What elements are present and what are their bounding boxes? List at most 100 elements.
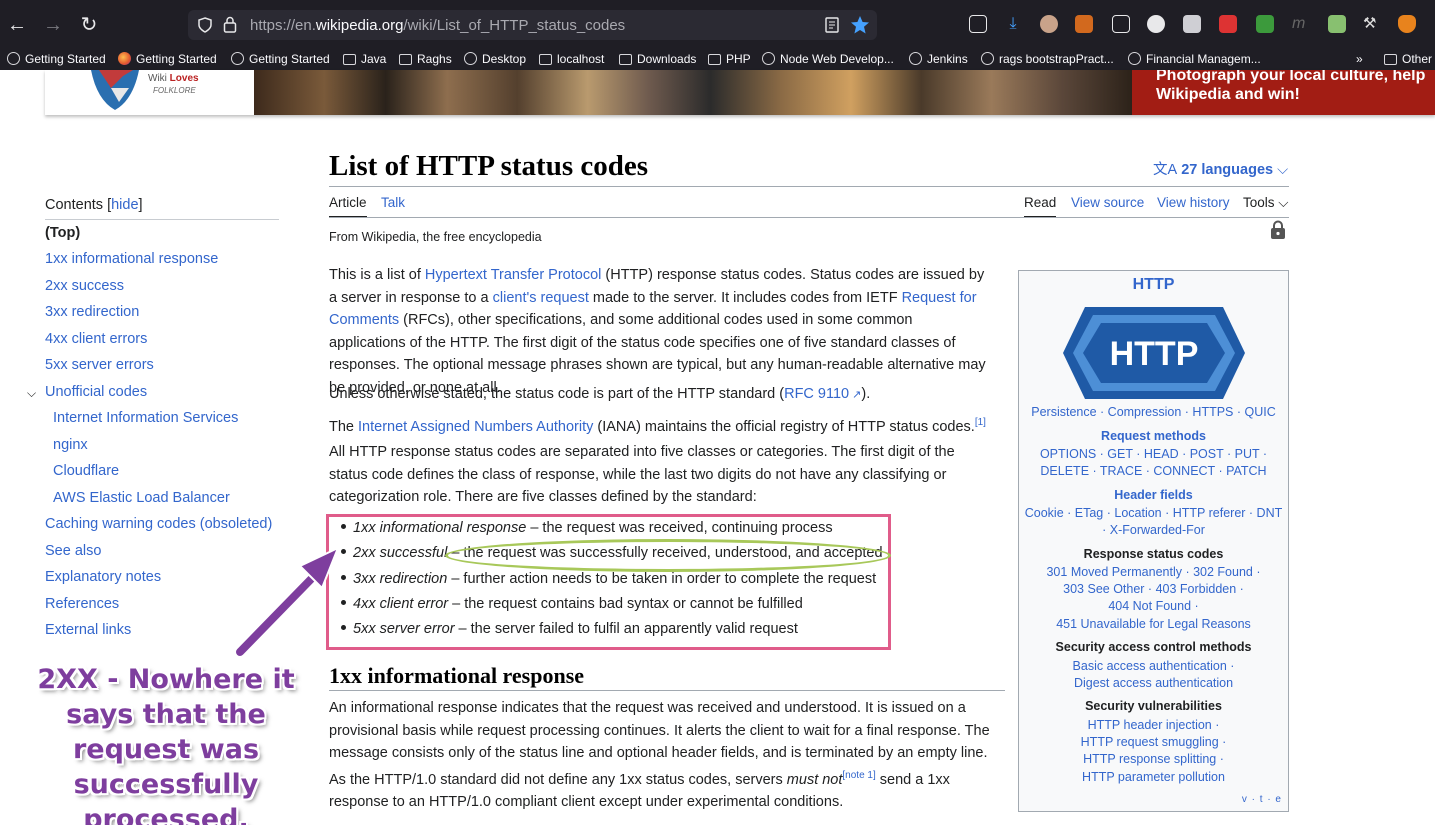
extension-tools-icon[interactable]: ⚒ (1363, 15, 1381, 33)
toc-item-see-also[interactable]: See also (45, 543, 101, 559)
bookmark-item[interactable]: Node Web Develop... (762, 52, 894, 66)
bookmark-item[interactable]: rags bootstrapPract... (981, 52, 1114, 66)
tab-view-source[interactable]: View source (1071, 195, 1144, 210)
extension-green-icon[interactable] (1256, 15, 1274, 33)
tools-menu[interactable]: Tools ⌵ (1243, 195, 1289, 211)
toc-item-references[interactable]: References (45, 596, 119, 612)
reference-1[interactable]: [1] (975, 417, 986, 428)
reader-view-icon[interactable] (825, 17, 839, 33)
address-bar[interactable]: https://en.wikipedia.org/wiki/List_of_HT… (188, 10, 877, 40)
toc-item-nginx[interactable]: nginx (53, 437, 88, 453)
toc-item-3xx[interactable]: 3xx redirection (45, 304, 139, 320)
infobox-status-codes[interactable]: 404 Not Found · (1019, 599, 1288, 613)
back-icon[interactable]: ← (5, 13, 29, 37)
tab-article[interactable]: Article (329, 195, 367, 218)
bookmark-item[interactable]: Desktop (464, 52, 526, 66)
infobox-request-methods-heading[interactable]: Request methods (1019, 429, 1288, 443)
bullet (341, 549, 346, 554)
profile-avatar-icon[interactable] (1040, 15, 1058, 33)
link-iana[interactable]: Internet Assigned Numbers Authority (358, 419, 593, 435)
bookmark-item[interactable]: Getting Started (118, 52, 217, 66)
protection-lock-icon[interactable] (1270, 220, 1286, 240)
campaign-banner[interactable]: Wiki Loves FOLKLORE Photograph your loca… (45, 70, 1435, 115)
infobox-security[interactable]: Digest access authentication (1019, 676, 1288, 690)
tab-view-history[interactable]: View history (1157, 195, 1230, 210)
bookmark-item[interactable]: Financial Managem... (1128, 52, 1261, 66)
tab-talk[interactable]: Talk (381, 195, 405, 210)
infobox-request-methods[interactable]: OPTIONS · GET · HEAD · POST · PUT · (1019, 447, 1288, 461)
toc-item-1xx[interactable]: 1xx informational response (45, 251, 218, 267)
toc-item-iis[interactable]: Internet Information Services (53, 410, 238, 426)
extension-m-icon[interactable]: m (1292, 15, 1310, 33)
infobox-security[interactable]: Basic access authentication · (1019, 659, 1288, 673)
toc-item-2xx[interactable]: 2xx success (45, 278, 124, 294)
bookmark-item[interactable]: Other (1384, 52, 1432, 66)
chevron-down-icon: ⌵ (1278, 195, 1289, 210)
banner-call-to-action[interactable]: Photograph your local culture, help Wiki… (1132, 70, 1435, 115)
bookmark-item[interactable]: Getting Started (231, 52, 330, 66)
infobox-request-methods[interactable]: DELETE · TRACE · CONNECT · PATCH (1019, 464, 1288, 478)
book-icon[interactable] (1183, 15, 1201, 33)
toc-item-caching[interactable]: Caching warning codes (obsoleted) (45, 516, 272, 532)
bookmark-item[interactable]: Raghs (399, 52, 452, 66)
bookmark-item[interactable]: Getting Started (7, 52, 106, 66)
infobox-header-fields[interactable]: Cookie · ETag · Location · HTTP referer … (1019, 506, 1288, 520)
section-divider (329, 690, 1005, 691)
infobox-vulnerabilities[interactable]: HTTP header injection · (1019, 718, 1288, 732)
link-rfc-9110[interactable]: RFC 9110 (784, 386, 849, 402)
forward-icon[interactable]: → (41, 13, 65, 37)
toc-item-4xx[interactable]: 4xx client errors (45, 331, 147, 347)
lock-icon[interactable] (223, 16, 237, 33)
infobox-status-codes[interactable]: 303 See Other · 403 Forbidden · (1019, 582, 1288, 596)
http-logo-text: HTTP (1110, 335, 1199, 373)
infobox-header-fields[interactable]: · X-Forwarded-For (1019, 523, 1288, 537)
toc-item-5xx[interactable]: 5xx server errors (45, 357, 154, 373)
bookmark-item[interactable]: localhost (539, 52, 604, 66)
reload-icon[interactable]: ↻ (77, 13, 101, 37)
extension-lime-icon[interactable] (1328, 15, 1346, 33)
globe-icon (231, 52, 244, 65)
link-http[interactable]: Hypertext Transfer Protocol (425, 267, 602, 283)
infobox-header-fields-heading[interactable]: Header fields (1019, 488, 1288, 502)
toc-item-notes[interactable]: Explanatory notes (45, 569, 161, 585)
infobox-vulnerabilities[interactable]: HTTP request smuggling · (1019, 735, 1288, 749)
infobox-status-codes[interactable]: 301 Moved Permanently · 302 Found · (1019, 565, 1288, 579)
globe-icon (7, 52, 20, 65)
note-1[interactable]: [note 1] (842, 770, 875, 781)
globe-icon (464, 52, 477, 65)
tab-read[interactable]: Read (1024, 195, 1057, 218)
link-client-request[interactable]: client's request (493, 290, 589, 306)
bookmark-item[interactable]: PHP (708, 52, 751, 66)
infobox-vte-links[interactable]: v · t · e (1242, 794, 1282, 805)
metamask-fox-icon[interactable] (1398, 15, 1416, 33)
toc-item-cloudflare[interactable]: Cloudflare (53, 463, 119, 479)
extension-red-icon[interactable] (1219, 15, 1237, 33)
extension-puzzle-icon[interactable] (1147, 15, 1165, 33)
infobox-title[interactable]: HTTP (1019, 276, 1288, 294)
globe-icon (981, 52, 994, 65)
infobox-status-codes[interactable]: 451 Unavailable for Legal Reasons (1019, 617, 1288, 631)
download-icon[interactable]: ⤓ (1004, 15, 1022, 33)
url-text: https://en.wikipedia.org/wiki/List_of_HT… (250, 17, 626, 34)
pocket-icon[interactable] (969, 15, 987, 33)
bookmark-item[interactable]: Jenkins (909, 52, 968, 66)
bookmarks-overflow-icon[interactable]: » (1356, 52, 1363, 66)
toc-item-unofficial[interactable]: Unofficial codes (45, 384, 147, 400)
bookmark-item[interactable]: Downloads (619, 52, 696, 66)
bookmark-star-icon[interactable] (850, 15, 870, 35)
toc-item-top[interactable]: (Top) (45, 225, 80, 241)
shield-icon[interactable] (197, 17, 213, 33)
toc-item-aws-elb[interactable]: AWS Elastic Load Balancer (53, 490, 230, 506)
toc-hide-link[interactable]: hide (111, 197, 138, 213)
infobox-topics[interactable]: Persistence · Compression · HTTPS · QUIC (1019, 405, 1288, 419)
clipboard-icon[interactable] (1112, 15, 1130, 33)
bookmark-item[interactable]: Java (343, 52, 386, 66)
classes-paragraph: All HTTP response status codes are separ… (329, 444, 955, 505)
chevron-down-icon[interactable]: ⌵ (27, 386, 36, 401)
infobox-vulnerabilities[interactable]: HTTP parameter pollution (1019, 770, 1288, 784)
bullet (341, 600, 346, 605)
toc-item-external-links[interactable]: External links (45, 622, 131, 638)
infobox-vulnerabilities[interactable]: HTTP response splitting · (1019, 752, 1288, 766)
language-button[interactable]: 文A 27 languages ⌵ (1153, 158, 1288, 179)
extension-sun-icon[interactable] (1075, 15, 1093, 33)
